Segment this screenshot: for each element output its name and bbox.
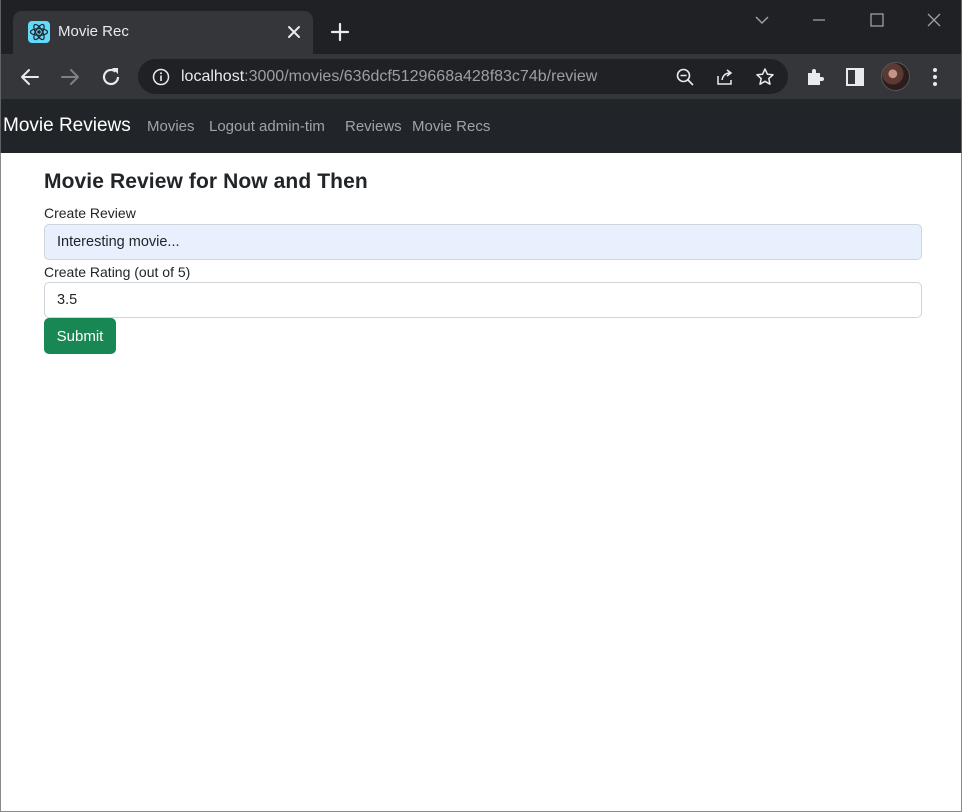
profile-avatar[interactable] bbox=[881, 62, 910, 91]
back-arrow-icon[interactable] bbox=[18, 65, 42, 89]
browser-toolbar: localhost:3000/movies/636dcf5129668a428f… bbox=[0, 54, 962, 99]
review-label: Create Review bbox=[44, 205, 136, 221]
maximize-icon[interactable] bbox=[867, 10, 887, 30]
share-icon[interactable] bbox=[715, 67, 735, 87]
review-input[interactable] bbox=[44, 224, 922, 260]
nav-link-movies[interactable]: Movies bbox=[147, 118, 195, 135]
url-text[interactable]: localhost:3000/movies/636dcf5129668a428f… bbox=[181, 68, 597, 86]
page-title: Movie Review for Now and Then bbox=[44, 170, 368, 193]
extensions-puzzle-icon[interactable] bbox=[804, 65, 828, 89]
side-panel-icon[interactable] bbox=[843, 65, 867, 89]
forward-arrow-icon[interactable] bbox=[58, 65, 82, 89]
rating-input[interactable] bbox=[44, 282, 922, 318]
nav-link-reviews[interactable]: Reviews bbox=[345, 118, 402, 135]
reload-icon[interactable] bbox=[99, 65, 123, 89]
minimize-icon[interactable] bbox=[809, 10, 829, 30]
browser-titlebar: Movie Rec bbox=[0, 0, 962, 54]
nav-link-logout[interactable]: Logout admin-tim bbox=[209, 118, 325, 135]
react-icon bbox=[28, 21, 50, 43]
url-path: :3000/movies/636dcf5129668a428f83c74b/re… bbox=[244, 68, 598, 85]
tab-search-chevron-icon[interactable] bbox=[752, 10, 772, 30]
nav-link-movie-recs[interactable]: Movie Recs bbox=[412, 118, 490, 135]
app-navbar: Movie Reviews Movies Logout admin-tim Re… bbox=[0, 99, 962, 153]
navbar-brand[interactable]: Movie Reviews bbox=[3, 115, 131, 137]
address-bar[interactable]: localhost:3000/movies/636dcf5129668a428f… bbox=[138, 59, 788, 94]
page-content: Movie Review for Now and Then Create Rev… bbox=[0, 153, 962, 812]
close-window-icon[interactable] bbox=[924, 10, 944, 30]
bookmark-star-icon[interactable] bbox=[755, 67, 775, 87]
site-info-icon[interactable] bbox=[152, 68, 170, 86]
more-menu-icon[interactable] bbox=[923, 65, 947, 89]
rating-label: Create Rating (out of 5) bbox=[44, 264, 191, 280]
browser-tab[interactable]: Movie Rec bbox=[13, 11, 313, 54]
submit-button[interactable]: Submit bbox=[44, 318, 116, 354]
url-host: localhost bbox=[181, 68, 245, 85]
close-tab-icon[interactable] bbox=[285, 23, 303, 41]
zoom-out-icon[interactable] bbox=[675, 67, 695, 87]
new-tab-icon[interactable] bbox=[330, 22, 350, 42]
tab-title: Movie Rec bbox=[58, 23, 129, 40]
